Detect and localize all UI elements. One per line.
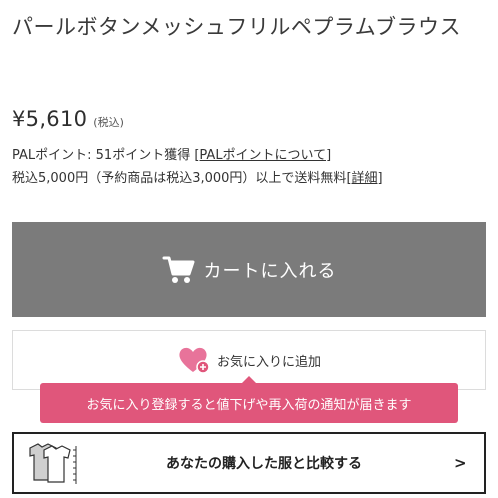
compare-with-purchased-button[interactable]: あなたの購入した服と比較する > xyxy=(12,432,486,494)
add-to-cart-button[interactable]: カートに入れる xyxy=(12,222,486,317)
product-title: パールボタンメッシュフリルペプラムブラウス xyxy=(12,15,461,39)
heart-plus-icon xyxy=(179,347,210,374)
price-row: ¥5,610 (税込) xyxy=(12,107,124,131)
points-info: PALポイント: 51ポイント獲得 [PALポイントについて] xyxy=(12,146,331,166)
add-to-cart-label: カートに入れる xyxy=(203,260,337,282)
favorite-tooltip: お気に入り登録すると値下げや再入荷の通知が届きます xyxy=(40,376,458,423)
shipping-info: 税込5,000円（予約商品は税込3,000円）以上で送料無料[詳細] xyxy=(12,169,383,189)
points-about-link[interactable]: [PALポイントについて] xyxy=(194,148,331,163)
tax-label: (税込) xyxy=(93,116,124,129)
chevron-right-icon: > xyxy=(454,454,467,472)
add-to-favorites-label: お気に入りに追加 xyxy=(216,354,321,370)
product-price: ¥5,610 xyxy=(12,107,88,131)
compare-label: あなたの購入した服と比較する xyxy=(166,456,362,472)
shipping-text: 税込5,000円（予約商品は税込3,000円）以上で送料無料 xyxy=(12,171,347,186)
cart-icon xyxy=(162,256,194,283)
points-text: PALポイント: 51ポイント獲得 xyxy=(12,148,195,163)
shipping-details-link[interactable]: [詳細] xyxy=(346,171,382,186)
tooltip-text: お気に入り登録すると値下げや再入荷の通知が届きます xyxy=(86,397,412,413)
